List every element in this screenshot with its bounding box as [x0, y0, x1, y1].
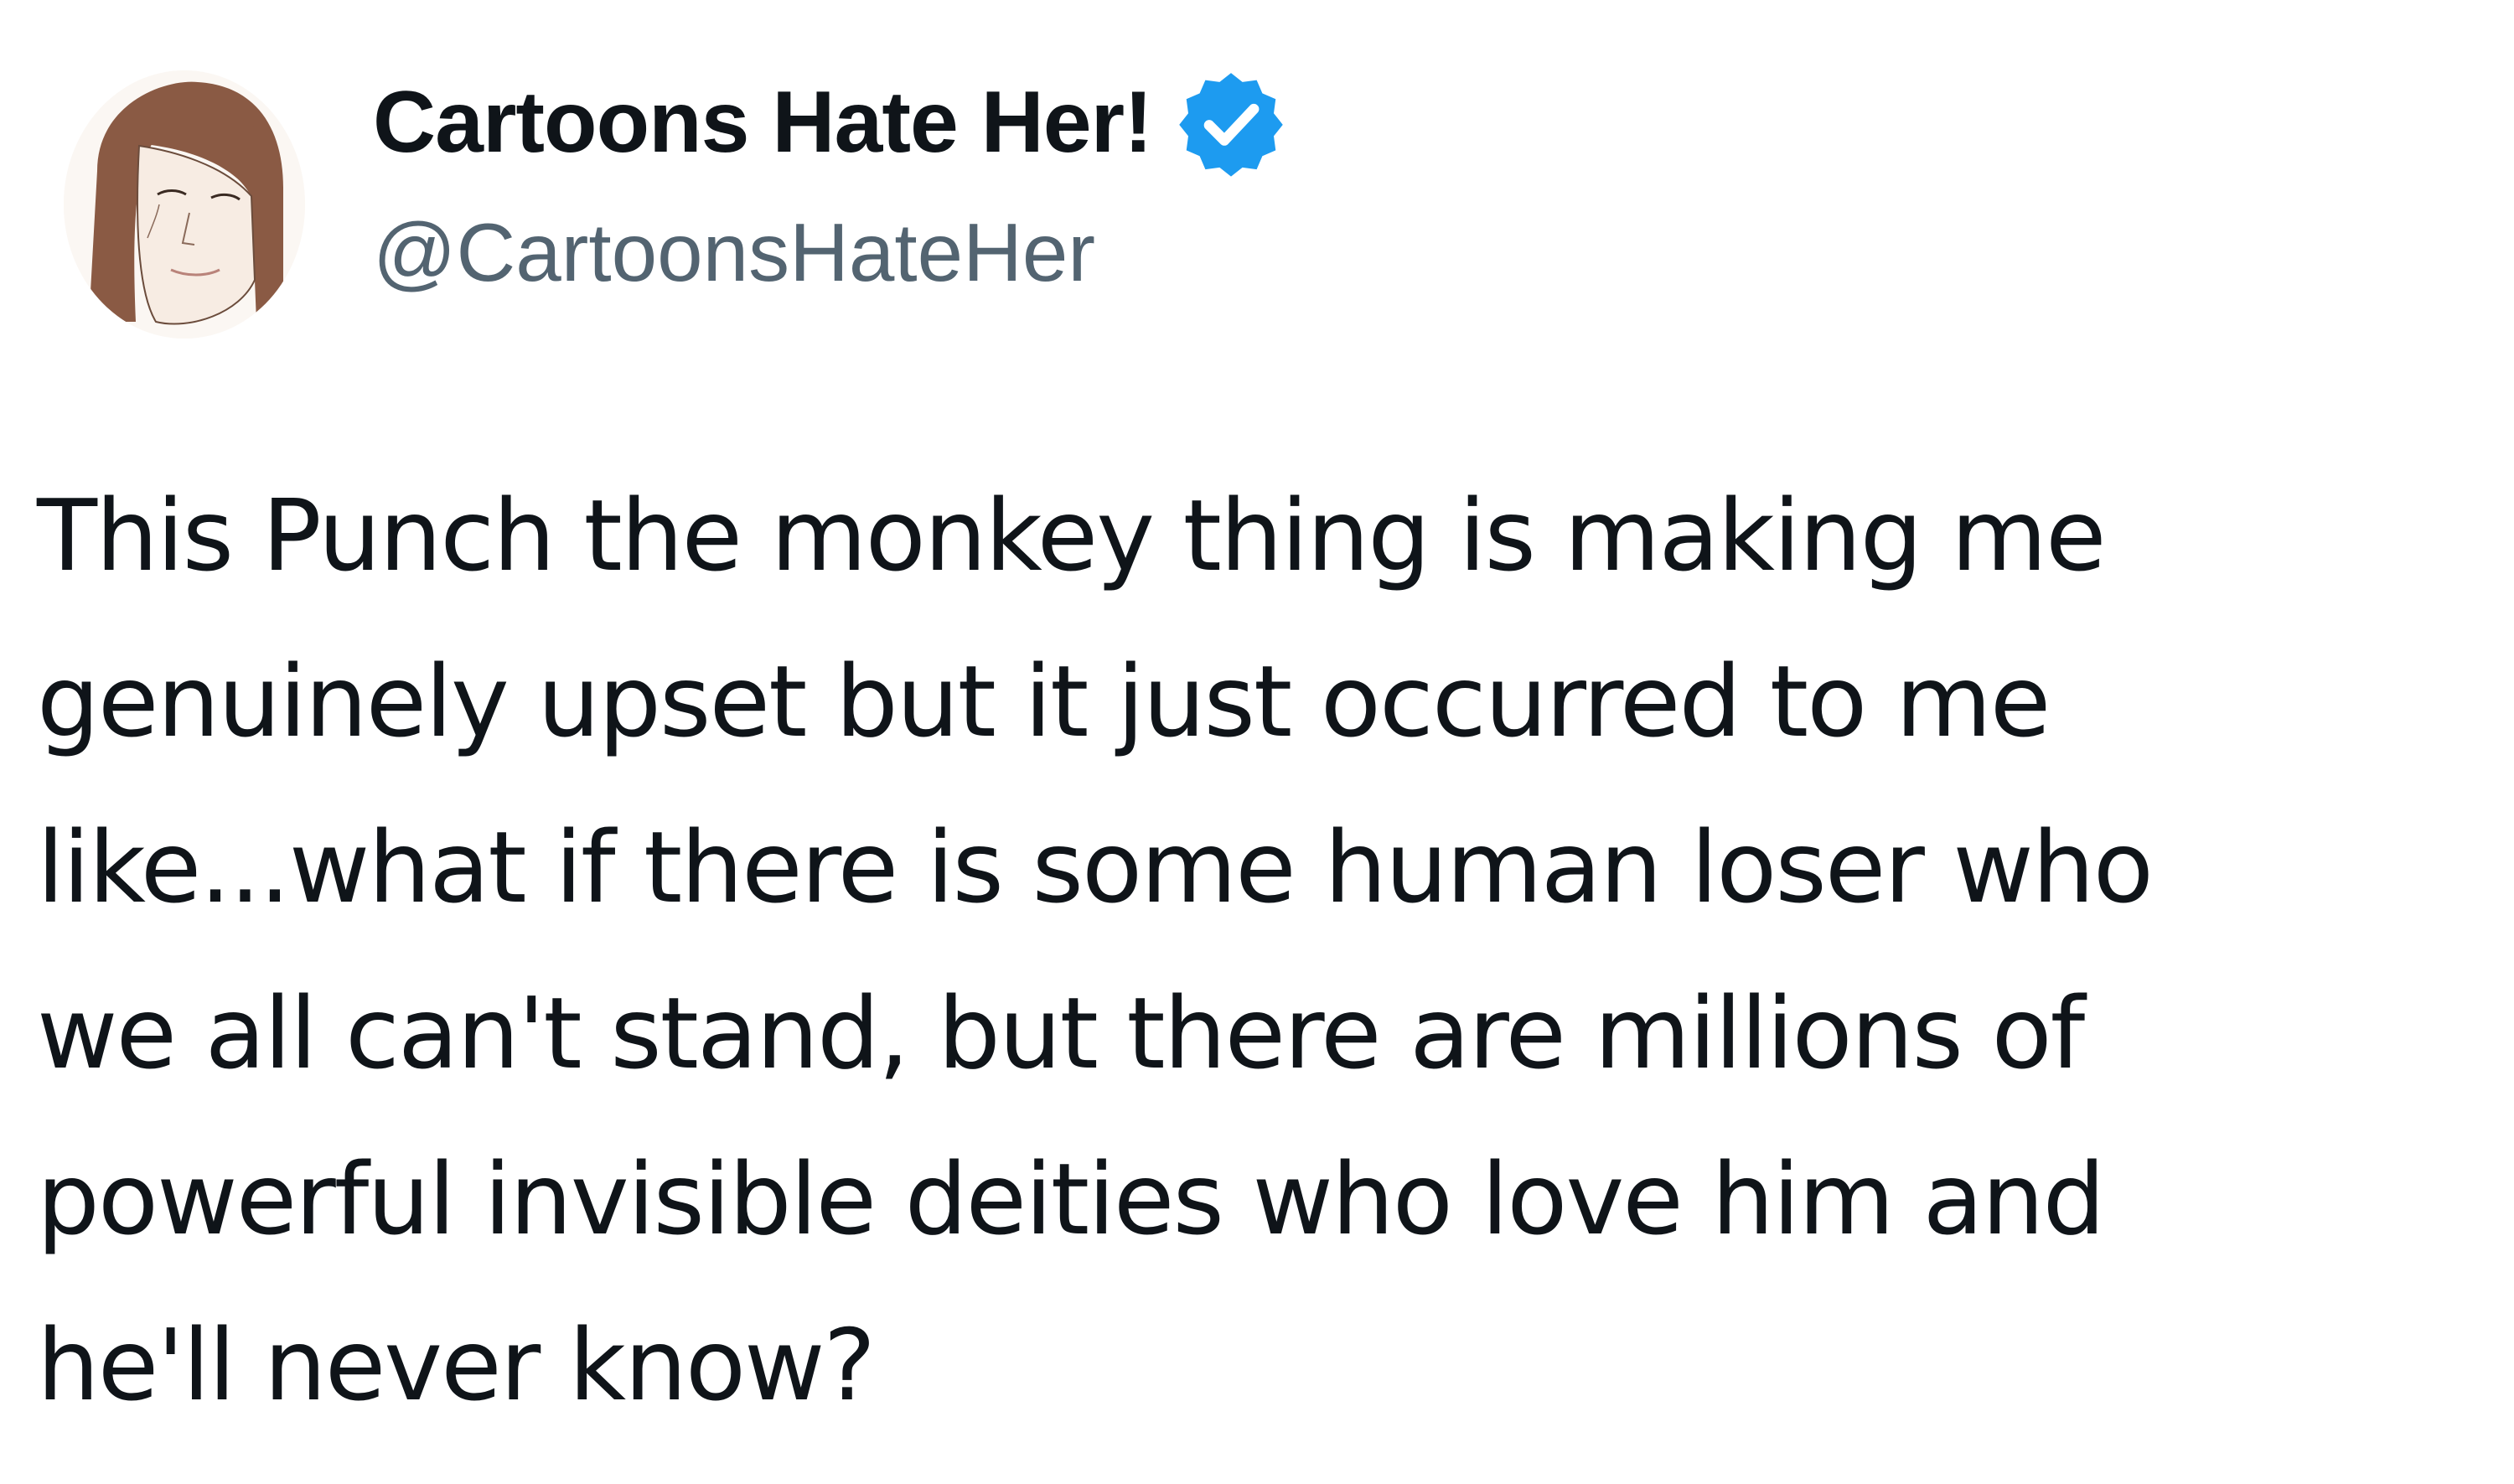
- author-avatar[interactable]: [64, 70, 305, 339]
- tweet-text-line: This Punch the monkey thing is making me: [37, 478, 2107, 593]
- tweet-text: This Punch the monkey thing is making me…: [37, 452, 2467, 1448]
- author-display-name[interactable]: Cartoons Hate Her!: [373, 79, 1153, 166]
- tweet-text-line: we all can't stand, but there are millio…: [37, 975, 2085, 1091]
- tweet-text-line: like...what if there is some human loser…: [37, 809, 2154, 925]
- author-handle[interactable]: @CartoonsHateHer: [373, 211, 1095, 293]
- tweet-text-line: genuinely upset but it just occurred to …: [37, 644, 2051, 759]
- tweet-card: Cartoons Hate Her! @CartoonsHateHer This…: [0, 0, 2514, 1484]
- verified-badge-icon[interactable]: [1174, 65, 1288, 179]
- cartoon-woman-avatar-icon: [64, 70, 305, 339]
- tweet-text-line: powerful invisible deities who love him …: [37, 1141, 2105, 1257]
- tweet-text-line: he'll never know?: [37, 1307, 876, 1423]
- author-name-row: Cartoons Hate Her!: [373, 64, 1288, 181]
